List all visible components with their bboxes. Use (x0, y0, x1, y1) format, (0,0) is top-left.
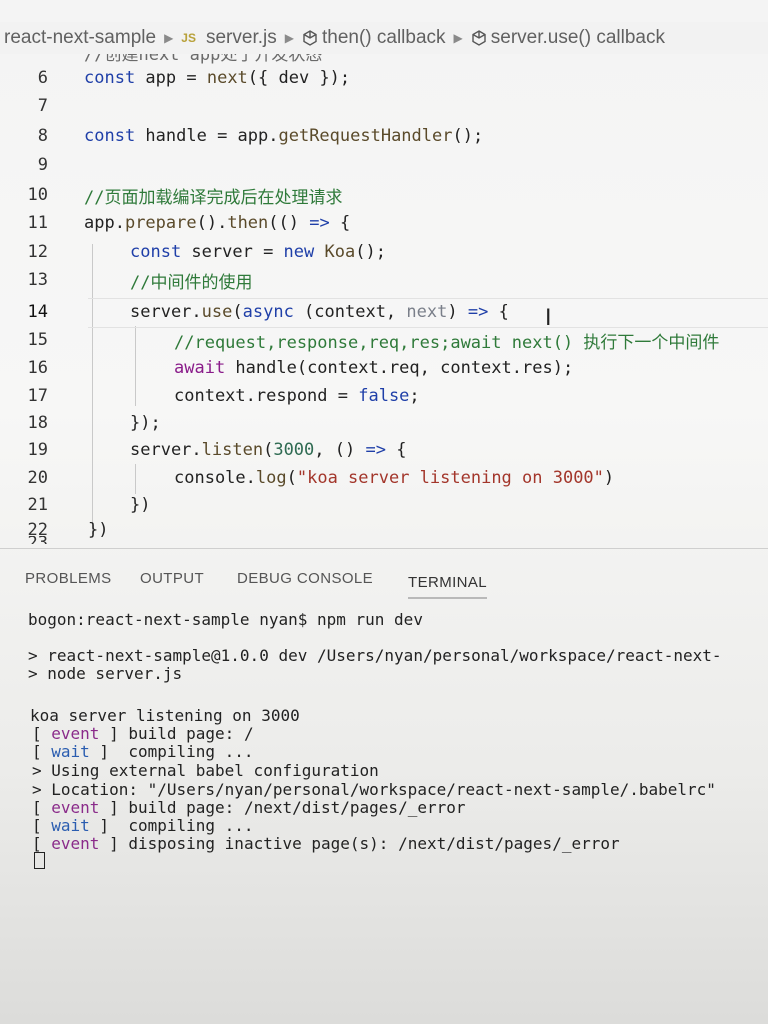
line-number: 17 (27, 386, 48, 406)
breadcrumb-file[interactable]: JS server.js (181, 27, 276, 49)
line-number: 15 (27, 330, 48, 350)
terminal-cursor (34, 850, 45, 869)
code-text: server.use(async (context, next) => { (130, 302, 509, 322)
breadcrumb-symbol-use[interactable]: server.use() callback (471, 27, 665, 49)
line-number: 6 (37, 68, 48, 88)
code-line: 12 const server = new Koa(); (0, 238, 768, 266)
code-line: 21 }) (0, 491, 768, 519)
code-line: 17 context.respond = false; (0, 382, 768, 410)
method-cube-icon (303, 30, 317, 46)
log-tag: wait (51, 742, 90, 761)
line-number: 14 (27, 302, 48, 322)
line-number: 11 (27, 213, 48, 233)
terminal-line: [ event ] disposing inactive page(s): /n… (32, 834, 620, 853)
code-line: 15 //request,response,req,res;await next… (0, 326, 768, 354)
js-file-icon: JS (181, 31, 196, 45)
code-line: 9 (0, 151, 768, 179)
code-line: 6 const app = next({ dev }); (0, 64, 768, 92)
code-line: 19 server.listen(3000, () => { (0, 436, 768, 464)
code-line: 8 const handle = app.getRequestHandler()… (0, 122, 768, 150)
line-number: 19 (27, 440, 48, 460)
code-line: 20 console.log("koa server listening on … (0, 464, 768, 492)
line-number: 18 (27, 413, 48, 433)
line-number: 16 (27, 358, 48, 378)
log-text: build page: / (128, 724, 254, 743)
log-tag: wait (51, 816, 90, 835)
breadcrumb-folder-label: react-next-sample (4, 27, 157, 48)
code-text: server.listen(3000, () => { (130, 440, 407, 460)
code-line: 13 //中间件的使用 (0, 266, 768, 294)
code-text: const handle = app.getRequestHandler(); (84, 126, 484, 146)
line-number: 20 (27, 468, 48, 488)
terminal-prompt: bogon:react-next-sample nyan$ npm run de… (28, 610, 423, 629)
chevron-right-icon: ▶ (453, 31, 463, 45)
breadcrumb-symbol-use-label: server.use() callback (490, 27, 665, 48)
line-number: 10 (27, 185, 48, 205)
code-line: 7 (0, 92, 768, 120)
code-text: context.respond = false; (174, 386, 420, 406)
code-text: const app = next({ dev }); (84, 68, 351, 88)
line-number: 7 (37, 96, 48, 116)
tab-debug-console[interactable]: DEBUG CONSOLE (237, 570, 373, 587)
code-line: 16 await handle(context.req, context.res… (0, 354, 768, 382)
code-line: 14 server.use(async (context, next) => { (0, 298, 768, 326)
terminal-line: > react-next-sample@1.0.0 dev /Users/nya… (28, 646, 722, 665)
breadcrumb-file-label: server.js (205, 27, 277, 48)
terminal-line: [ wait ] compiling ... (32, 816, 254, 835)
line-number: 23 (0, 536, 48, 544)
line-number: 21 (27, 495, 48, 515)
terminal-line: [ event ] build page: /next/dist/pages/_… (32, 798, 466, 817)
code-text: }) (130, 495, 151, 515)
terminal-line: > node server.js (28, 664, 183, 683)
code-editor[interactable]: //创建next app处于开发状态 6 const app = next({ … (0, 54, 768, 544)
method-cube-icon (472, 30, 486, 46)
line-number: 9 (37, 155, 48, 175)
code-text: await handle(context.req, context.res); (174, 358, 574, 378)
code-text: app.prepare().then(() => { (84, 213, 351, 233)
breadcrumb-symbol-then-label: then() callback (321, 27, 446, 48)
log-tag: event (51, 724, 100, 743)
log-text: build page: /next/dist/pages/_error (128, 798, 466, 817)
breadcrumb-folder[interactable]: react-next-sample (4, 27, 156, 49)
panel-divider (0, 548, 768, 549)
terminal-line: [ event ] build page: / (32, 724, 254, 743)
log-tag: event (51, 834, 100, 853)
code-comment: //中间件的使用 (130, 272, 253, 293)
log-text: compiling ... (128, 816, 254, 835)
chevron-right-icon: ▶ (164, 31, 174, 45)
tab-output[interactable]: OUTPUT (140, 570, 204, 587)
terminal-line: koa server listening on 3000 (30, 706, 300, 725)
breadcrumb-symbol-then[interactable]: then() callback (302, 27, 446, 49)
code-comment: //页面加载编译完成后在处理请求 (84, 187, 343, 208)
log-tag: event (51, 798, 100, 817)
text-cursor-icon: Ⅰ (545, 306, 552, 331)
code-comment: //request,response,req,res;await next() … (174, 332, 720, 353)
line-number: 13 (27, 270, 48, 290)
tab-terminal[interactable]: TERMINAL (408, 574, 488, 599)
code-line: 11 app.prepare().then(() => { (0, 209, 768, 237)
line-number: 12 (27, 242, 48, 262)
code-line: 18 }); (0, 409, 768, 437)
terminal-line: > Using external babel configuration (32, 761, 379, 780)
log-text: compiling ... (128, 742, 254, 761)
code-text: }); (130, 413, 161, 433)
panel-tabs: PROBLEMS OUTPUT DEBUG CONSOLE TERMINAL (0, 566, 768, 600)
chevron-right-icon: ▶ (284, 31, 294, 45)
terminal-line: [ wait ] compiling ... (32, 742, 254, 761)
code-text: const server = new Koa(); (130, 242, 386, 262)
line-number: 8 (37, 126, 48, 146)
code-line: 10 //页面加载编译完成后在处理请求 (0, 181, 768, 209)
code-text: console.log("koa server listening on 300… (174, 468, 615, 488)
breadcrumb: react-next-sample ▶ JS server.js ▶ then(… (0, 22, 768, 54)
log-text: disposing inactive page(s): /next/dist/p… (128, 834, 620, 853)
terminal-line: > Location: "/Users/nyan/personal/worksp… (32, 780, 716, 799)
code-line: 23 (0, 536, 768, 544)
tab-problems[interactable]: PROBLEMS (25, 570, 112, 587)
